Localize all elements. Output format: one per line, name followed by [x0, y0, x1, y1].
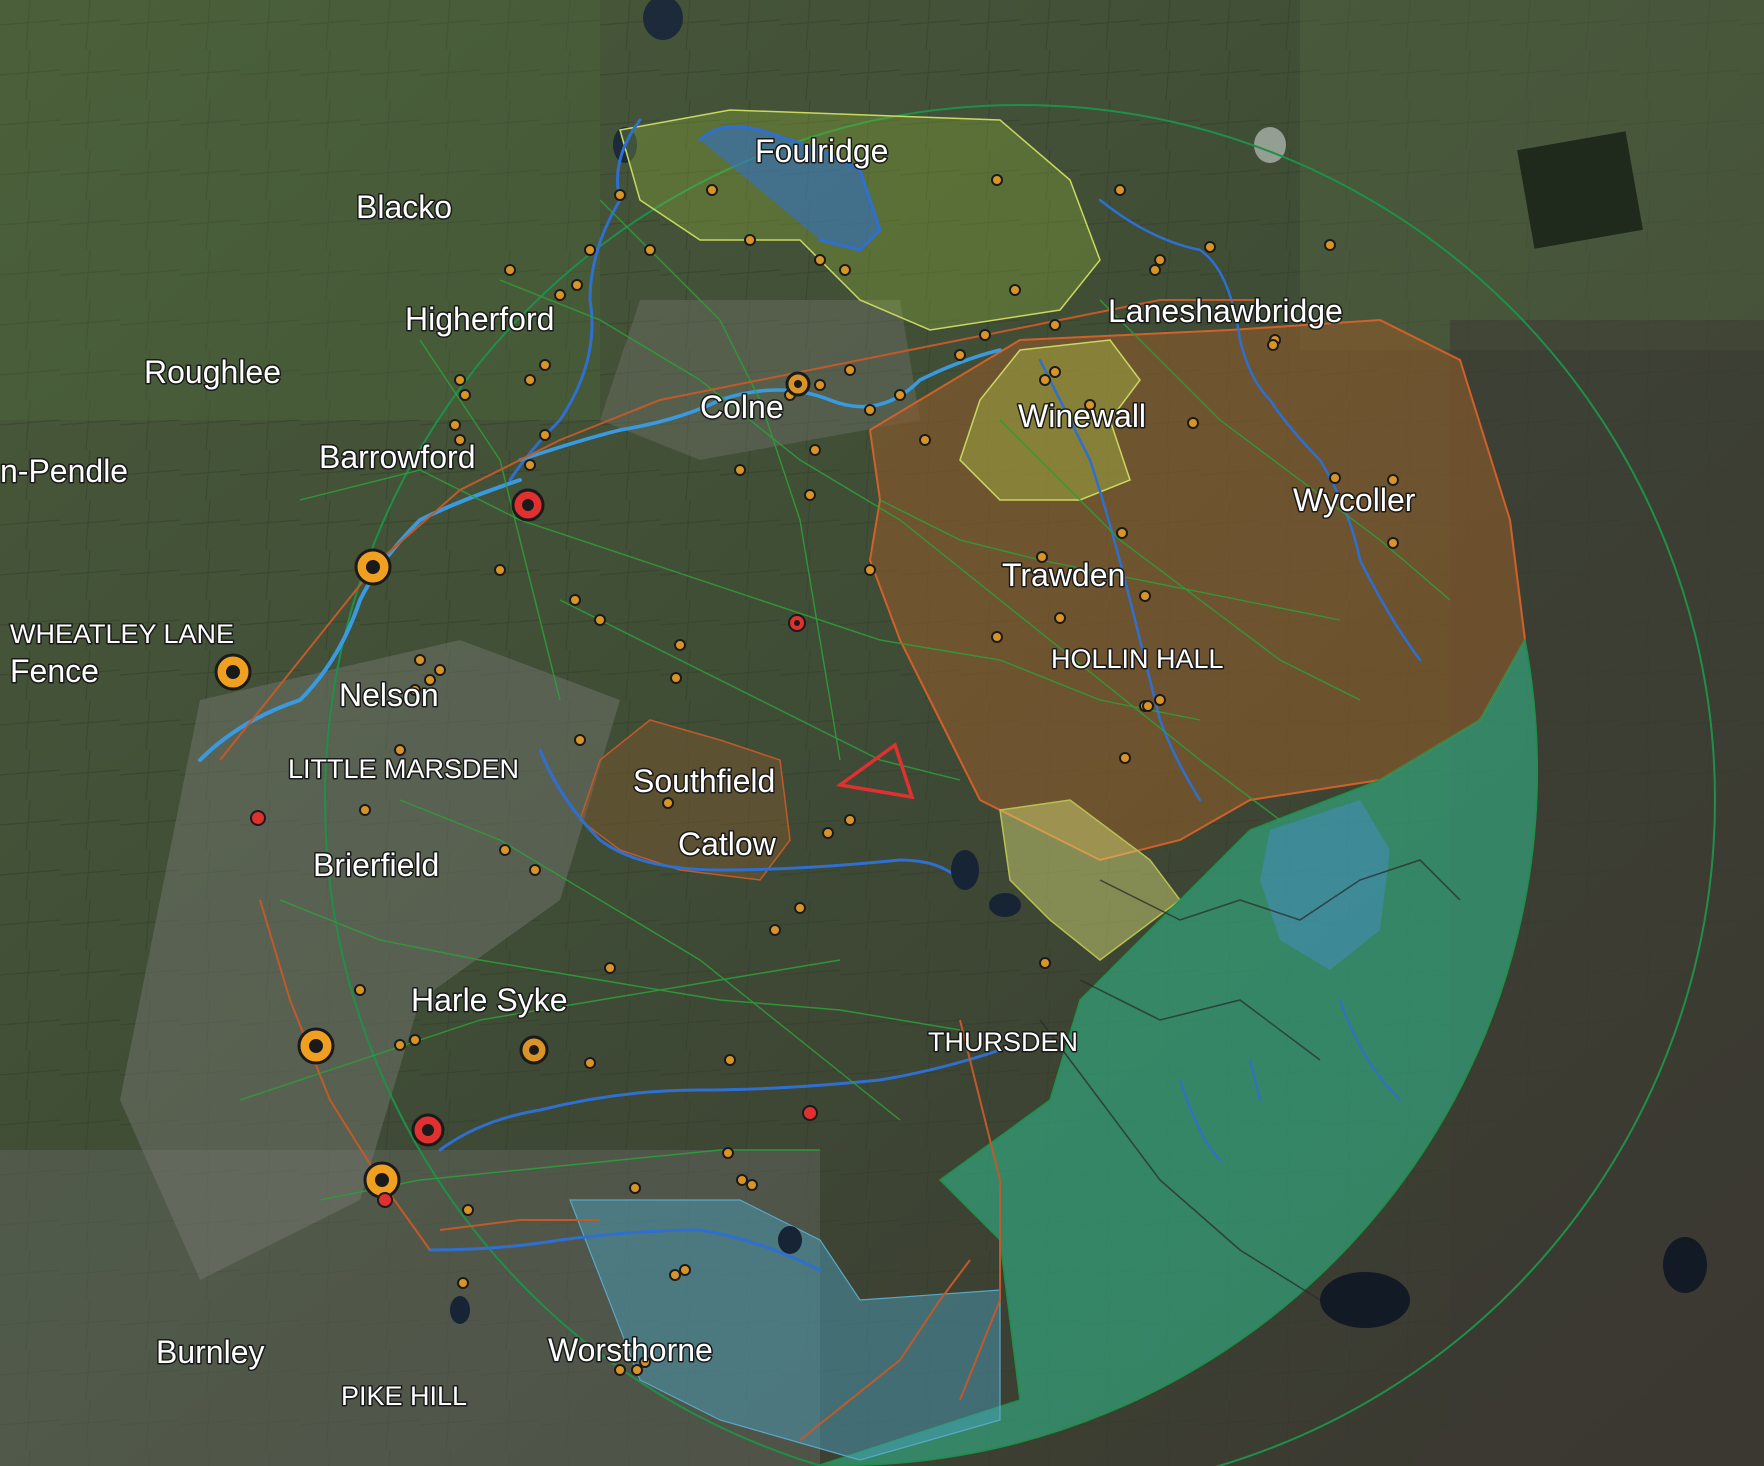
orange-site-marker[interactable]	[785, 371, 811, 397]
orange-site-marker[interactable]	[363, 1161, 401, 1199]
place-label-thursden: THURSDEN	[928, 1027, 1078, 1057]
place-label-nelson: Nelson	[339, 677, 439, 713]
place-label-pendle: n-Pendle	[0, 453, 128, 489]
place-label-barrowford: Barrowford	[319, 439, 476, 475]
place-label-fence: Fence	[10, 653, 99, 689]
place-label-foulridge: Foulridge	[755, 133, 888, 169]
orange-site-marker[interactable]	[214, 653, 252, 691]
place-label-blacko: Blacko	[356, 189, 452, 225]
place-label-burnley: Burnley	[156, 1334, 265, 1370]
place-label-winewall: Winewall	[1018, 398, 1146, 434]
place-label-harle-syke: Harle Syke	[411, 982, 568, 1018]
place-label-colne: Colne	[700, 389, 784, 425]
map-canvas[interactable]: Foulridge Blacko Higherford Roughlee Lan…	[0, 0, 1764, 1466]
place-label-laneshawbridge: Laneshawbridge	[1108, 293, 1343, 329]
place-label-trawden: Trawden	[1002, 557, 1125, 593]
place-label-wheatley-lane: WHEATLEY LANE	[10, 619, 234, 649]
red-site-marker[interactable]	[511, 488, 545, 522]
red-site-marker[interactable]	[250, 810, 266, 826]
map-view[interactable]: Foulridge Blacko Higherford Roughlee Lan…	[0, 0, 1764, 1466]
place-label-worsthorne: Worsthorne	[548, 1332, 713, 1368]
place-label-higherford: Higherford	[405, 301, 554, 337]
place-label-pike-hill: PIKE HILL	[341, 1381, 467, 1411]
place-label-catlow: Catlow	[678, 826, 777, 862]
place-label-hollin-hall: HOLLIN HALL	[1051, 644, 1224, 674]
red-site-marker[interactable]	[411, 1113, 445, 1147]
place-label-brierfield: Brierfield	[313, 847, 439, 883]
red-site-marker[interactable]	[788, 614, 806, 632]
red-site-marker[interactable]	[377, 1192, 393, 1208]
place-label-roughlee: Roughlee	[144, 354, 281, 390]
orange-site-marker[interactable]	[354, 548, 392, 586]
orange-site-marker[interactable]	[519, 1035, 549, 1065]
orange-site-marker[interactable]	[297, 1027, 335, 1065]
place-label-southfield: Southfield	[633, 763, 775, 799]
place-label-wycoller: Wycoller	[1293, 482, 1416, 518]
red-site-marker[interactable]	[802, 1105, 818, 1121]
place-label-little-marsden: LITTLE MARSDEN	[288, 754, 519, 784]
